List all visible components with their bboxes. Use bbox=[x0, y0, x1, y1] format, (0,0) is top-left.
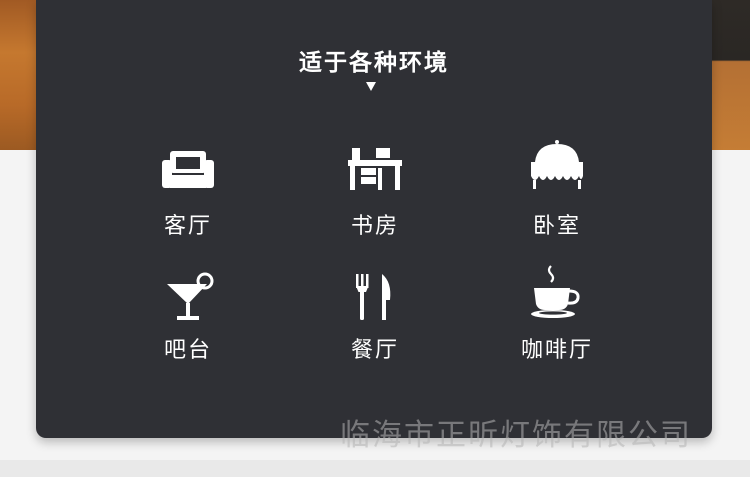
panel-title: 适于各种环境 bbox=[299, 50, 449, 76]
bed-icon bbox=[531, 140, 583, 189]
desk-icon bbox=[348, 148, 402, 190]
environment-panel: 适于各种环境 客厅 书房 卧室 吧台 餐厅 咖啡厅 bbox=[36, 0, 712, 438]
env-item-bar: 吧台 bbox=[108, 272, 268, 382]
env-item-living-room: 客厅 bbox=[108, 148, 268, 258]
env-item-bedroom: 卧室 bbox=[477, 140, 637, 250]
env-label-cafe: 咖啡厅 bbox=[520, 338, 593, 363]
env-label-living-room: 客厅 bbox=[163, 214, 212, 239]
fork-knife-icon bbox=[356, 274, 391, 320]
down-arrow-icon bbox=[366, 82, 376, 91]
env-item-restaurant: 餐厅 bbox=[295, 272, 455, 382]
env-label-bar: 吧台 bbox=[163, 338, 212, 363]
cocktail-glass-icon bbox=[167, 272, 214, 320]
company-watermark: 临海市正昕灯饰有限公司 bbox=[340, 418, 692, 453]
env-label-bedroom: 卧室 bbox=[532, 214, 581, 239]
env-item-cafe: 咖啡厅 bbox=[477, 264, 637, 374]
env-label-study: 书房 bbox=[350, 214, 399, 239]
background-floor bbox=[0, 460, 750, 477]
coffee-cup-icon bbox=[531, 265, 580, 318]
env-label-restaurant: 餐厅 bbox=[350, 338, 399, 363]
env-item-study: 书房 bbox=[295, 148, 455, 258]
sofa-icon bbox=[162, 151, 214, 188]
